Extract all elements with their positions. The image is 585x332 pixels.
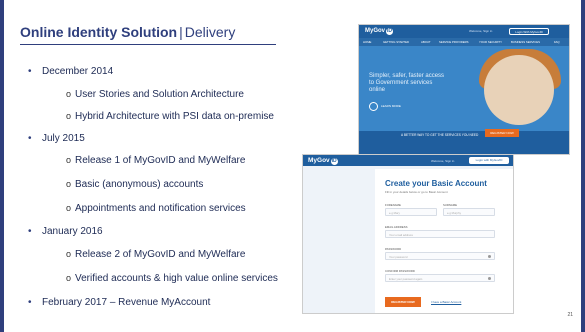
bullet-glyph: •	[28, 133, 32, 144]
bullet-text: Appointments and notification services	[75, 203, 246, 214]
mygovid-logo: MyGov ID	[308, 157, 338, 165]
learn-more-link: LEARN MORE	[381, 104, 401, 108]
sub-bullet-glyph: o	[66, 111, 72, 121]
nav-item: SERVICE PROVIDERS	[439, 40, 469, 44]
hero-person-image	[484, 55, 554, 125]
page-number: 21	[567, 312, 573, 318]
confirm-password-placeholder: Enter your password again	[389, 277, 423, 281]
sub-bullet-glyph: o	[66, 155, 72, 165]
surname-label: SURNAME	[443, 203, 457, 207]
surname-field: e.g Murphy	[443, 208, 495, 216]
logo-badge-icon: ID	[330, 158, 338, 165]
email-placeholder: Your email address	[389, 233, 413, 237]
register-now-button: REGISTER NOW	[485, 129, 519, 137]
bullet-glyph: •	[28, 66, 32, 77]
eye-icon	[488, 277, 491, 280]
logo-text: MyGov	[365, 28, 386, 34]
basic-account-link: I have a Basic Account	[431, 300, 462, 304]
forename-placeholder: e.g Mary	[389, 211, 400, 215]
eye-icon	[488, 255, 491, 258]
bullet-text: Verified accounts & high value online se…	[75, 273, 278, 284]
nav-item: YOUR SECURITY	[479, 40, 502, 44]
login-button: Login With MyGovID	[509, 28, 549, 35]
bullet-text: January 2016	[42, 226, 103, 237]
sub-bullet-item: o Basic (anonymous) accounts	[66, 179, 203, 190]
forename-field: e.g Mary	[385, 208, 437, 216]
bullet-text: February 2017 – Revenue MyAccount	[42, 297, 211, 308]
login-button: Login with MyGovID	[469, 157, 509, 164]
sub-bullet-item: o Release 1 of MyGovID and MyWelfare	[66, 155, 245, 166]
nav-item: HOME	[363, 40, 372, 44]
nav-item: BUSINESS SERVICES	[511, 40, 541, 44]
hero-text: Simpler, safer, faster access to Governm…	[369, 73, 445, 93]
logo-badge-icon: ID	[386, 28, 394, 35]
bullet-text: Release 1 of MyGovID and MyWelfare	[75, 155, 246, 166]
bullet-item: • December 2014	[28, 66, 113, 77]
title-subtitle: Delivery	[184, 24, 236, 40]
registration-form-card: Create your Basic Account Fill in your d…	[375, 169, 513, 313]
bullet-text: User Stories and Solution Architecture	[75, 89, 244, 100]
sub-bullet-item: o User Stories and Solution Architecture	[66, 89, 244, 100]
surname-placeholder: e.g Murphy	[447, 211, 461, 215]
sub-bullet-glyph: o	[66, 203, 72, 213]
sub-bullet-glyph: o	[66, 179, 72, 189]
bullet-item: • February 2017 – Revenue MyAccount	[28, 297, 210, 308]
sub-bullet-item: o Release 2 of MyGovID and MyWelfare	[66, 249, 245, 260]
title-main: Online Identity Solution	[20, 24, 178, 40]
forename-label: FORENAME	[385, 203, 401, 207]
bullet-text: Hybrid Architecture with PSI data on-pre…	[75, 111, 274, 122]
left-border	[0, 0, 4, 332]
register-now-button: REGISTER NOW	[385, 297, 421, 307]
sub-bullet-glyph: o	[66, 273, 72, 283]
slide-title: Online Identity Solution | Delivery	[20, 24, 235, 40]
arrow-circle-icon	[369, 102, 378, 111]
site-nav: HOME GETTING STARTED ABOUT SERVICE PROVI…	[359, 38, 569, 46]
bullet-item: • July 2015	[28, 133, 85, 144]
password-placeholder: Your password	[389, 255, 408, 259]
bullet-text: Basic (anonymous) accounts	[75, 179, 204, 190]
email-label: EMAIL ADDRESS	[385, 225, 408, 229]
bullet-item: • January 2016	[28, 226, 103, 237]
sub-bullet-glyph: o	[66, 249, 72, 259]
password-label: PASSWORD	[385, 247, 402, 251]
nav-item: FAQ	[554, 40, 560, 44]
password-field: Your password	[385, 252, 495, 260]
form-heading: Create your Basic Account	[385, 179, 487, 188]
create-account-screenshot: MyGov ID Welcome, Sign in Login with MyGo…	[302, 154, 514, 314]
bullet-glyph: •	[28, 226, 32, 237]
bullet-text: Release 2 of MyGovID and MyWelfare	[75, 249, 246, 260]
logo-text: MyGov	[308, 157, 330, 164]
sub-bullet-item: o Verified accounts & high value online s…	[66, 273, 278, 284]
nav-item: ABOUT	[421, 40, 431, 44]
title-separator: |	[179, 24, 183, 40]
slide: Online Identity Solution | Delivery • Decem…	[0, 0, 585, 332]
bullet-text: July 2015	[42, 133, 85, 144]
bullet-glyph: •	[28, 297, 32, 308]
bullet-text: December 2014	[42, 66, 114, 77]
mygovid-homepage-screenshot: MyGov ID Welcome, Sign in Login With MyGo…	[358, 24, 570, 155]
nav-item: GETTING STARTED	[383, 40, 410, 44]
mygovid-logo: MyGov ID	[365, 28, 394, 35]
right-border	[581, 0, 585, 332]
signed-in-text: Welcome, Sign in	[469, 29, 493, 33]
confirm-password-label: CONFIRM PASSWORD	[385, 269, 415, 273]
sub-bullet-glyph: o	[66, 89, 72, 99]
title-underline	[20, 44, 276, 45]
sub-bullet-item: o Appointments and notification services	[66, 203, 246, 214]
form-subheading: Fill in your details below or go to Basi…	[385, 190, 448, 194]
sub-bullet-item: o Hybrid Architecture with PSI data on-pr…	[66, 111, 274, 122]
confirm-password-field: Enter your password again	[385, 274, 495, 282]
email-field: Your email address	[385, 230, 495, 238]
better-way-text: A BETTER WAY TO GET THE SERVICES YOU NEE…	[401, 133, 479, 137]
signed-in-text: Welcome, Sign in	[431, 159, 455, 163]
